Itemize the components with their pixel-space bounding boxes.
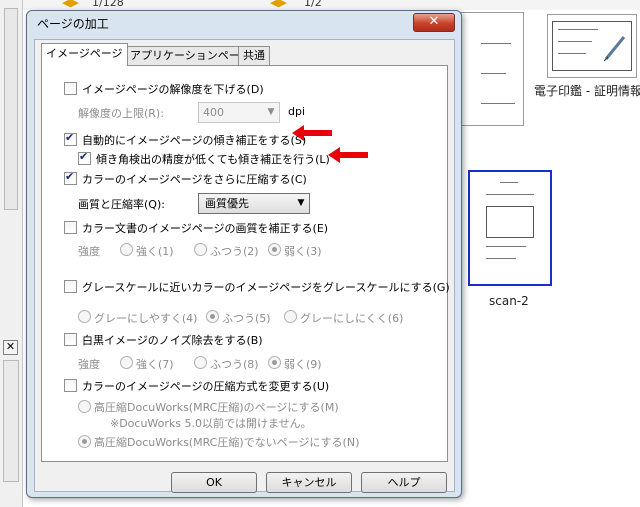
thumb-table [486,206,534,238]
tab-common[interactable]: 共通 [238,46,270,65]
quality-ratio-select[interactable]: 画質優先 ▼ [198,193,310,214]
annotation-arrow-icon [328,147,368,163]
correct-color-doc-label: カラー文書のイメージページの画質を補正する(E) [82,222,329,235]
strength2-label: 強度 [78,358,100,371]
thumbnail-certificate[interactable] [547,14,637,78]
resolution-limit-value: 400 [203,106,224,119]
mrc-page-label: 高圧縮DocuWorks(MRC圧縮)のページにする(M) [94,401,339,414]
thumb-text-line [486,258,516,259]
tab-image-page[interactable]: イメージページ [41,43,128,66]
strength2-weak-label: 弱く(9) [284,358,322,371]
mrc-page-note: ※DocuWorks 5.0以前では開けません。 [110,417,312,430]
thumbnail-certificate-label: 電子印鑑 - 証明情報 [534,84,640,98]
strength2-normal-label: ふつう(8) [210,358,259,371]
gray-easy-radio[interactable] [78,310,91,323]
resolution-limit-label: 解像度の上限(R): [78,107,164,120]
correct-color-doc-checkbox[interactable] [64,221,77,234]
strength-label: 強度 [78,245,100,258]
compress-color-label: カラーのイメージページをさらに圧縮する(C) [82,173,307,186]
gray-easy-label: グレーにしやすく(4) [94,312,198,325]
thumb-text-line [481,103,515,104]
nav-arrows-icon[interactable]: ◀▶ [62,0,79,9]
left-scrollbar[interactable] [4,8,18,210]
thumb-text-line [481,73,506,74]
left-scrollbar-lower[interactable] [3,360,19,482]
grayscale-checkbox[interactable] [64,280,77,293]
strength-normal-radio[interactable] [194,243,207,256]
dialog-titlebar[interactable]: ページの加工 ✕ [27,11,461,33]
deskew-low-precision-checkbox[interactable] [78,150,91,165]
thumb-text-line [558,29,598,30]
change-compression-checkbox[interactable] [64,379,77,392]
dialog-client-area: イメージページ アプリケーションページ 共通 イメージページの解像度を下げる(D… [34,39,455,493]
non-mrc-page-label: 高圧縮DocuWorks(MRC圧縮)でないページにする(N) [94,436,360,449]
gray-hard-label: グレーにしにくく(6) [300,312,404,325]
pane-close-icon[interactable]: ✕ [3,340,18,355]
strength-normal-label: ふつう(2) [210,245,259,258]
page-number-left: 1/128 [92,0,124,9]
dpi-unit-label: dpi [288,105,306,118]
close-button[interactable]: ✕ [413,13,455,32]
ok-button[interactable]: OK [171,472,257,493]
lower-resolution-label: イメージページの解像度を下げる(D) [82,83,264,96]
page-processing-dialog: ページの加工 ✕ イメージページ アプリケーションページ 共通 イメージページの… [26,10,462,498]
thumb-text-line [500,182,518,183]
mrc-page-radio[interactable] [78,400,91,413]
bw-noise-label: 白黒イメージのノイズ除去をする(B) [82,334,263,347]
lower-resolution-checkbox[interactable] [64,82,77,95]
non-mrc-page-radio[interactable] [78,435,91,448]
thumb-text-line [486,246,526,247]
strength2-strong-radio[interactable] [120,356,133,369]
deskew-low-precision-label: 傾き角検出の精度が低くても傾き補正を行う(L) [96,153,330,166]
strength-weak-radio[interactable] [268,243,281,256]
thumb-text-line [481,43,511,44]
strength2-normal-radio[interactable] [194,356,207,369]
strength2-weak-radio[interactable] [268,356,281,369]
gray-normal-radio[interactable] [206,310,219,323]
dialog-title: ページの加工 [37,17,109,31]
nav-arrows-icon[interactable]: ◀▶ [270,0,287,9]
pen-icon [603,36,626,62]
page-number-right: 1/2 [304,0,322,9]
cancel-button[interactable]: キャンセル [266,472,352,493]
background-toolbar-strip: ◀▶ 1/128 ◀▶ 1/2 [22,0,640,10]
grayscale-label: グレースケールに近いカラーのイメージページをグレースケールにする(G) [82,281,450,294]
strength-strong-label: 強く(1) [136,245,174,258]
thumbnail-scan-2[interactable] [468,170,552,286]
strength-weak-label: 弱く(3) [284,245,322,258]
strength-strong-radio[interactable] [120,243,133,256]
resolution-limit-select[interactable]: 400 ▼ [198,102,280,123]
auto-deskew-checkbox[interactable] [64,131,77,146]
annotation-arrow-icon [292,125,332,141]
quality-ratio-value: 画質優先 [205,197,249,210]
gray-normal-label: ふつう(5) [222,312,271,325]
bw-noise-checkbox[interactable] [64,333,77,346]
gray-hard-radio[interactable] [284,310,297,323]
thumb-text-line [558,41,592,42]
quality-ratio-label: 画質と圧縮率(Q): [78,198,165,211]
chevron-down-icon: ▼ [297,198,305,208]
thumb-text-line [558,53,586,54]
image-page-panel: イメージページの解像度を下げる(D) 解像度の上限(R): 400 ▼ dpi … [41,65,450,462]
compress-color-checkbox[interactable] [64,170,77,185]
thumb-text-line [486,194,534,195]
change-compression-label: カラーのイメージページの圧縮方式を変更する(U) [82,380,330,393]
chevron-down-icon: ▼ [267,107,275,117]
thumbnail-scan-2-label: scan-2 [489,294,529,308]
help-button[interactable]: ヘルプ [361,472,447,493]
tab-application-page[interactable]: アプリケーションページ [125,46,256,65]
strength2-strong-label: 強く(7) [136,358,174,371]
auto-deskew-label: 自動的にイメージページの傾き補正をする(S) [82,134,307,147]
